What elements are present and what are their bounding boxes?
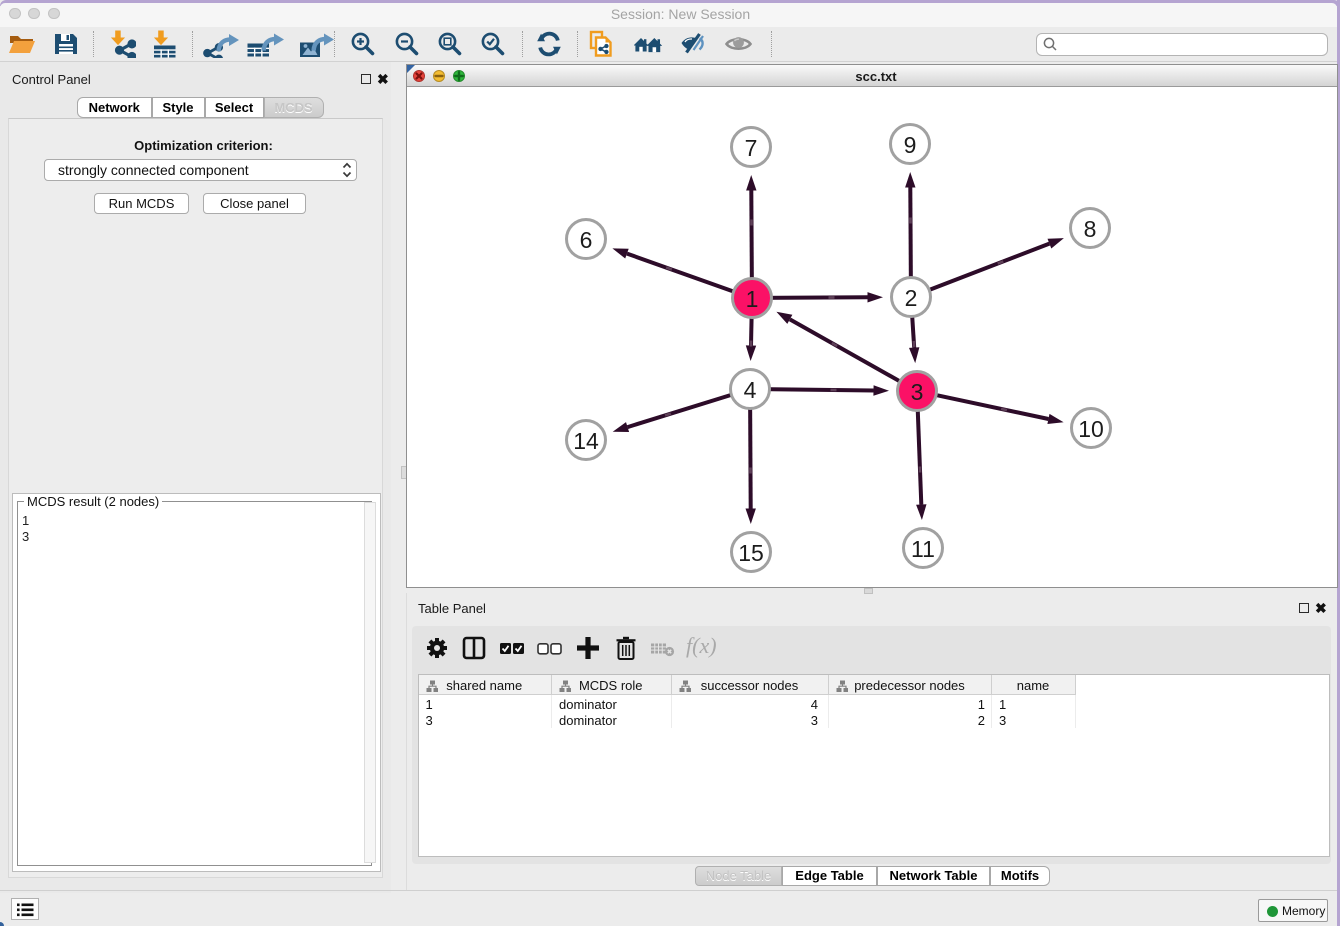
svg-text:2: 2 (905, 285, 918, 311)
svg-text:14: 14 (573, 428, 599, 454)
svg-text:6: 6 (580, 227, 593, 253)
svg-text:8: 8 (1084, 216, 1097, 242)
svg-text:7: 7 (745, 135, 758, 161)
svg-text:11: 11 (911, 536, 935, 562)
svg-text:4: 4 (744, 377, 757, 403)
svg-text:9: 9 (904, 132, 917, 158)
svg-text:3: 3 (911, 379, 924, 405)
svg-text:1: 1 (746, 286, 759, 312)
svg-text:15: 15 (738, 540, 764, 566)
svg-text:10: 10 (1078, 416, 1104, 442)
